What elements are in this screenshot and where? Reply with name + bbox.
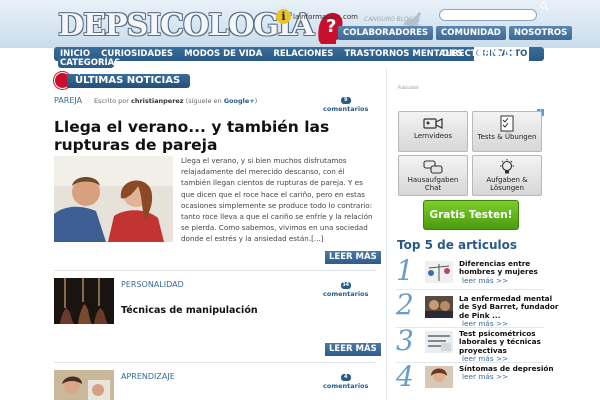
lightbulb-icon: [500, 159, 514, 174]
kangaroo-icon: [403, 12, 422, 26]
comments-count[interactable]: 4 comentarios: [323, 374, 368, 390]
ad-tile-aufgaben[interactable]: Aufgaben & Lösungen: [472, 155, 542, 196]
article-excerpt: Llega el verano, y si bien muchos disfru…: [181, 156, 373, 244]
top5-item[interactable]: Test psicométricos laborales y técnicas …: [459, 329, 559, 364]
article-divider: [54, 270, 376, 271]
top5-read-more[interactable]: leer más >>: [462, 276, 559, 285]
author-name[interactable]: christianperez: [131, 97, 184, 105]
article-title[interactable]: Técnicas de manipulación: [121, 305, 258, 316]
top5-item-title: La enfermedad mental de Syd Barret, fund…: [459, 294, 559, 320]
comments-count[interactable]: 34 comentarios: [323, 282, 368, 298]
category-link[interactable]: PERSONALIDAD: [121, 280, 184, 289]
read-more-button[interactable]: LEER MÁS: [325, 343, 381, 356]
top5-read-more[interactable]: leer más >>: [462, 372, 559, 381]
top5-item[interactable]: Síntomas de depresión leer más >>: [459, 364, 559, 382]
comments-label: comentarios: [323, 382, 369, 390]
comment-bubble-icon: 9: [340, 97, 351, 104]
nav-directorio-categorias[interactable]: CATEGORÍAS: [58, 58, 120, 68]
site-header: DEPSICOLOGIA ? i lainformacion.com CANGU…: [0, 0, 600, 48]
top5-number: 1: [396, 254, 414, 287]
gratis-testen-button[interactable]: Gratis Testen!: [423, 200, 519, 230]
toplink-colaboradores[interactable]: COLABORADORES: [338, 26, 434, 40]
info-icon: i: [276, 9, 291, 24]
toplink-nosotros[interactable]: NOSOTROS: [508, 26, 573, 40]
top5-number: 3: [396, 324, 414, 357]
ad-tile-tests[interactable]: Tests & Übungen: [472, 111, 542, 152]
top5-item[interactable]: La enfermedad mental de Syd Barret, fund…: [459, 294, 559, 329]
top5-thumbnail[interactable]: [425, 296, 453, 318]
read-more-button[interactable]: LEER MÁS: [325, 251, 381, 264]
ad-label: Publicidad: [398, 85, 419, 90]
partner-name: lainformacion.com: [293, 12, 358, 21]
ad-tile-lernvideos[interactable]: Lernvideos: [398, 111, 468, 152]
ad-tile-hausaufgaben[interactable]: Hausaufgaben Chat: [398, 155, 468, 196]
sidebar-divider: [396, 327, 544, 328]
video-camera-icon: [423, 118, 443, 129]
comment-bubble-icon: 4: [340, 374, 351, 381]
comments-label: comentarios: [323, 105, 369, 113]
author-prefix: Escrito por: [94, 97, 129, 105]
top-links: COLABORADORES COMUNIDAD NOSOTROS: [338, 26, 575, 40]
author-follow: (síguele en: [185, 97, 222, 105]
comments-label: comentarios: [323, 290, 369, 298]
article-thumbnail[interactable]: [54, 370, 114, 400]
top5-number: 2: [396, 288, 414, 321]
top5-item[interactable]: Diferencias entre hombres y mujeres leer…: [459, 259, 559, 285]
top5-title: Top 5 de articulos: [397, 238, 518, 252]
top5-thumbnail[interactable]: [425, 261, 453, 283]
ad-tile-label: Aufgaben & Lösungen: [486, 176, 528, 192]
sidebar-divider: [396, 289, 544, 290]
search-input[interactable]: [439, 9, 537, 21]
author-line: Escrito por christianperez (síguele en G…: [94, 97, 257, 105]
article-divider: [54, 362, 376, 363]
nav-modos-de-vida[interactable]: MODOS DE VIDA: [184, 47, 262, 61]
comments-count[interactable]: 9 comentarios: [323, 97, 368, 113]
chat-bubbles-icon: [423, 160, 443, 174]
column-divider: [386, 68, 387, 400]
nav-relaciones[interactable]: RELACIONES: [273, 47, 333, 61]
top5-item-title: Test psicométricos laborales y técnicas …: [459, 329, 541, 355]
article-thumbnail[interactable]: [54, 278, 114, 324]
comment-bubble-icon: 34: [340, 282, 351, 289]
ad-tile-label: Hausaufgaben Chat: [407, 176, 459, 192]
author-follow-close: ): [254, 97, 258, 105]
search-icon[interactable]: [540, 2, 549, 11]
ad-tile-label: Tests & Übungen: [477, 133, 537, 141]
category-link[interactable]: APRENDIZAJE: [121, 372, 175, 381]
category-link[interactable]: PAREJA: [54, 96, 82, 105]
checklist-icon: [500, 115, 514, 132]
article-title[interactable]: Llega el verano... y también las ruptura…: [54, 118, 374, 154]
ad-tile-label: Lernvideos: [413, 132, 453, 140]
article-photo[interactable]: [54, 156, 173, 242]
section-header: ÚLTIMAS NOTICIAS: [54, 72, 191, 89]
sidebar-divider: [396, 362, 544, 363]
toplink-comunidad[interactable]: COMUNIDAD: [436, 26, 506, 40]
partner-link[interactable]: i lainformacion.com: [276, 9, 358, 24]
section-title: ÚLTIMAS NOTICIAS: [67, 73, 191, 88]
google-plus-link[interactable]: Google+: [224, 97, 255, 105]
top5-thumbnail[interactable]: [425, 331, 453, 353]
top5-thumbnail[interactable]: [425, 366, 453, 388]
top5-number: 4: [396, 360, 414, 393]
top5-item-title: Diferencias entre hombres y mujeres: [459, 259, 538, 277]
nav-directorio[interactable]: DIRECTORIO DE: [438, 47, 521, 61]
